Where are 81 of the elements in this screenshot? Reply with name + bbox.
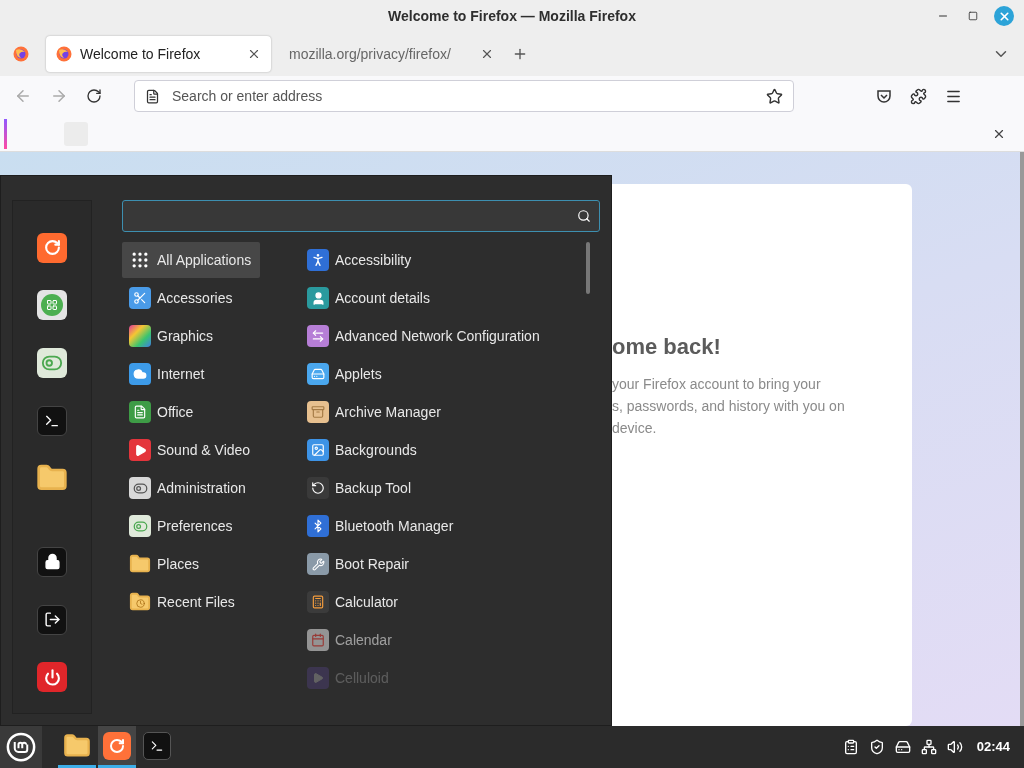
folder-clock-icon [129,591,151,613]
pocket-icon[interactable] [876,88,892,104]
extensions-icon[interactable] [910,87,927,105]
application-item[interactable]: Accessibility [300,242,547,278]
window-title: Welcome to Firefox — Mozilla Firefox [388,6,636,26]
application-item[interactable]: Calendar [300,622,547,658]
start-menu-button[interactable] [0,726,42,768]
terminal-icon [37,405,67,436]
category-item[interactable]: Places [122,546,300,582]
category-item[interactable]: Accessories [122,280,300,316]
maximize-icon [968,11,978,21]
cloud-icon [129,363,151,385]
scrollbar[interactable] [586,242,590,294]
bookmark-star-icon[interactable] [766,87,783,105]
toggles-icon [129,477,151,499]
application-item[interactable]: Account details [300,280,547,316]
grid-icon [37,290,67,321]
close-icon[interactable] [247,47,261,61]
category-item[interactable]: Administration [122,470,300,506]
toggles-icon [37,348,67,379]
menu-search-field[interactable] [122,200,600,232]
scissors-icon [129,287,151,309]
wrench-icon [307,553,329,575]
category-item[interactable]: Preferences [122,508,300,544]
mint-logo-icon [6,732,36,762]
power-icon [37,662,67,693]
color-icon [129,325,151,347]
calculator-icon [307,591,329,613]
lock-icon [37,546,67,577]
tab-title: mozilla.org/privacy/firefox/ [289,44,452,64]
new-tab-icon[interactable] [512,46,528,62]
bluetooth-icon [307,515,329,537]
volume-icon[interactable] [946,739,963,755]
category-item[interactable]: Recent Files [122,584,300,620]
taskbar-button[interactable] [98,726,136,768]
document-icon [129,401,151,423]
calendar-icon [307,629,329,651]
search-icon [577,209,591,223]
shield-icon[interactable] [868,739,885,755]
card-text: your Firefox account to bring your [612,375,822,394]
application-item[interactable]: Calculator [300,584,547,620]
play-icon [307,667,329,689]
category-item[interactable]: Graphics [122,318,300,354]
application-item[interactable]: Applets [300,356,547,392]
archive-icon [307,401,329,423]
application-item[interactable]: Bluetooth Manager [300,508,547,544]
image-icon [307,439,329,461]
logout-icon [37,604,67,635]
play-icon [129,439,151,461]
card-heading: ome back! [612,333,722,361]
arrows-icon [307,325,329,347]
category-item[interactable]: Office [122,394,300,430]
tab-title: Welcome to Firefox [80,44,202,64]
network-icon[interactable] [920,739,937,755]
folder-icon [63,731,91,760]
browser-tab[interactable]: Welcome to Firefox [46,36,271,72]
application-item[interactable]: Backgrounds [300,432,547,468]
browser-tab[interactable]: mozilla.org/privacy/firefox/ [279,36,504,72]
user-icon [307,287,329,309]
category-item[interactable]: Internet [122,356,300,392]
close-button[interactable] [994,6,1014,26]
application-item[interactable]: Backup Tool [300,470,547,506]
card-text: device. [612,419,658,438]
application-item[interactable]: Advanced Network Configuration [300,318,547,354]
close-icon[interactable] [480,47,494,61]
clock[interactable]: 02:44 [976,737,1010,757]
page-icon [145,88,160,104]
drive-icon[interactable] [894,739,911,755]
person-icon [307,249,329,271]
application-item[interactable]: Boot Repair [300,546,547,582]
category-item[interactable]: Sound & Video [122,432,300,468]
toggles-icon [129,515,151,537]
application-item[interactable]: Archive Manager [300,394,547,430]
close-icon [997,9,1011,23]
clipboard-icon[interactable] [842,739,859,755]
terminal-icon [143,731,171,760]
reload-icon[interactable] [86,88,102,104]
card-text: s, passwords, and history with you on [612,397,846,416]
category-item[interactable]: All Applications [122,242,260,278]
address-field[interactable]: Search or enter address [134,80,794,112]
folder-icon [129,553,151,575]
